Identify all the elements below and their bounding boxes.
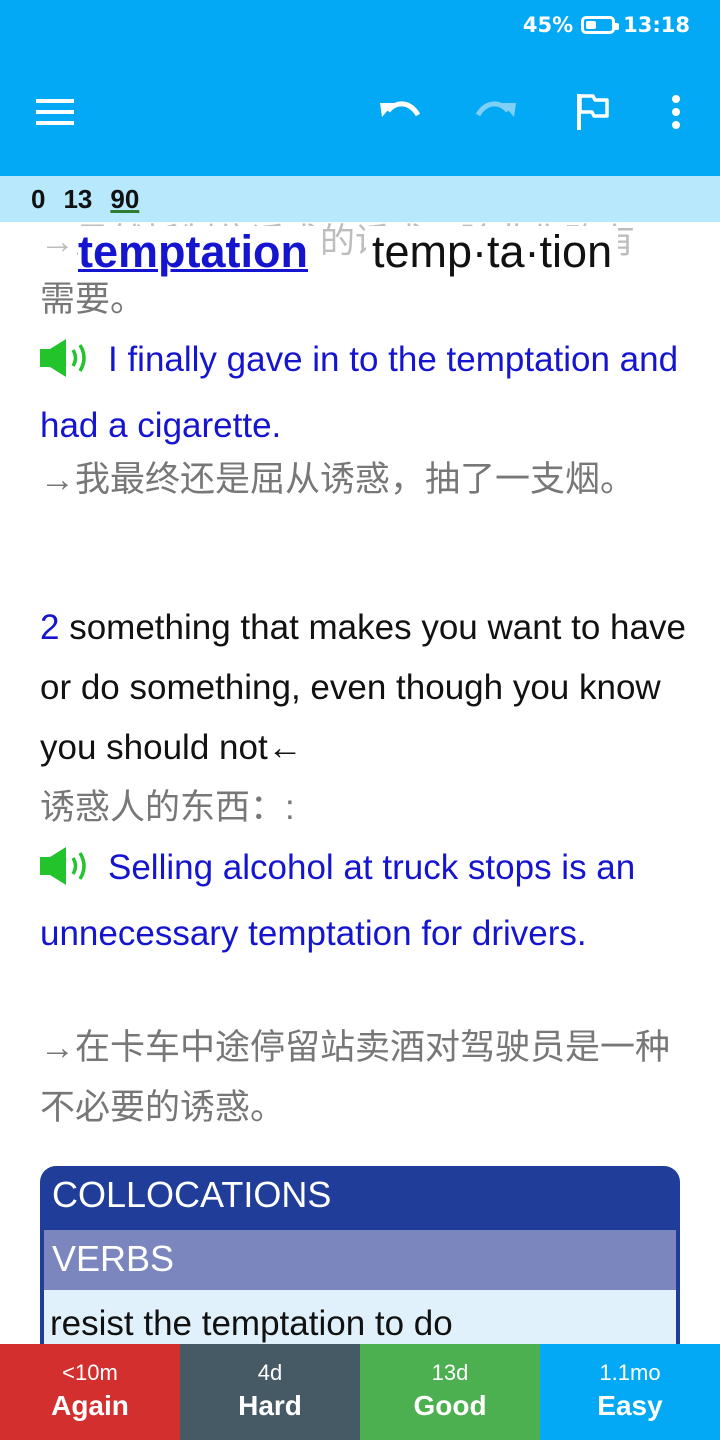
- example-1: I finally gave in to the temptation and …: [40, 330, 690, 456]
- hard-button[interactable]: 4d Hard: [180, 1344, 360, 1440]
- undo-button[interactable]: [370, 70, 430, 154]
- status-bar: 45% 13:18: [523, 10, 690, 40]
- translation-1: →我最终还是屈从诱惑，抽了一支烟。: [40, 460, 636, 499]
- more-options-button[interactable]: [646, 70, 706, 154]
- verbs-title: VERBS: [52, 1238, 175, 1279]
- definition-2-text: something that makes you want to have or…: [40, 608, 686, 767]
- collocation-text: resist the temptation to do: [50, 1304, 453, 1343]
- clock: 13:18: [623, 13, 690, 37]
- redo-icon: [475, 101, 516, 117]
- new-count: 0: [31, 183, 46, 214]
- battery-icon: [581, 16, 620, 34]
- easy-label: Easy: [597, 1390, 663, 1421]
- speaker-icon[interactable]: [40, 844, 98, 904]
- good-button[interactable]: 13d Good: [360, 1344, 540, 1440]
- hard-interval: 4d: [257, 1360, 283, 1385]
- toolbar: [0, 70, 720, 154]
- sense-number: 2: [40, 608, 60, 647]
- answer-buttons: <10m Again 4d Hard 13d Good 1.1mo Easy: [0, 1344, 720, 1440]
- hard-label: Hard: [238, 1390, 302, 1421]
- battery-percent: 45%: [522, 13, 574, 37]
- sense-2-definition: 2 something that makes you want to have …: [40, 598, 690, 778]
- easy-button[interactable]: 1.1mo Easy: [540, 1344, 720, 1440]
- example-2-text: Selling alcohol at truck stops is an unn…: [40, 848, 636, 953]
- review-count: 90: [110, 183, 140, 214]
- collocations-box: COLLOCATIONS VERBS resist the temptation…: [40, 1166, 680, 1344]
- card-counts-bar: 0 13 90: [0, 176, 720, 222]
- redo-button[interactable]: [466, 70, 526, 154]
- menu-button[interactable]: [26, 70, 86, 154]
- example-1-text: I finally gave in to the temptation and …: [40, 340, 679, 445]
- good-interval: 13d: [431, 1360, 469, 1385]
- hamburger-icon: [36, 99, 74, 125]
- flag-icon: [577, 94, 609, 130]
- example-2: Selling alcohol at truck stops is an unn…: [40, 838, 690, 964]
- more-vertical-icon: [672, 95, 680, 129]
- easy-interval: 1.1mo: [599, 1360, 661, 1385]
- collocation-item: resist the temptation to do: [44, 1290, 676, 1344]
- translation-2: →在卡车中途停留站卖酒对驾驶员是一种不必要的诱惑。: [40, 1028, 671, 1127]
- again-label: Again: [51, 1390, 129, 1421]
- card-content[interactable]: →虽然抵制住诱惑的诱惑，除非你确有 temptation temp·ta·tio…: [0, 222, 720, 1344]
- learn-count: 13: [63, 183, 93, 214]
- collocations-title: COLLOCATIONS: [52, 1174, 332, 1215]
- again-button[interactable]: <10m Again: [0, 1344, 180, 1440]
- again-interval: <10m: [62, 1360, 118, 1385]
- definition-2-chinese: 诱惑人的东西：:: [40, 788, 295, 827]
- app-bar: 45% 13:18: [0, 0, 720, 176]
- previous-translation-tail: 需要。: [40, 280, 146, 319]
- undo-icon: [380, 101, 421, 117]
- flag-button[interactable]: [563, 70, 623, 154]
- verbs-header: VERBS: [44, 1230, 676, 1290]
- speaker-icon[interactable]: [40, 336, 98, 396]
- good-label: Good: [413, 1390, 487, 1421]
